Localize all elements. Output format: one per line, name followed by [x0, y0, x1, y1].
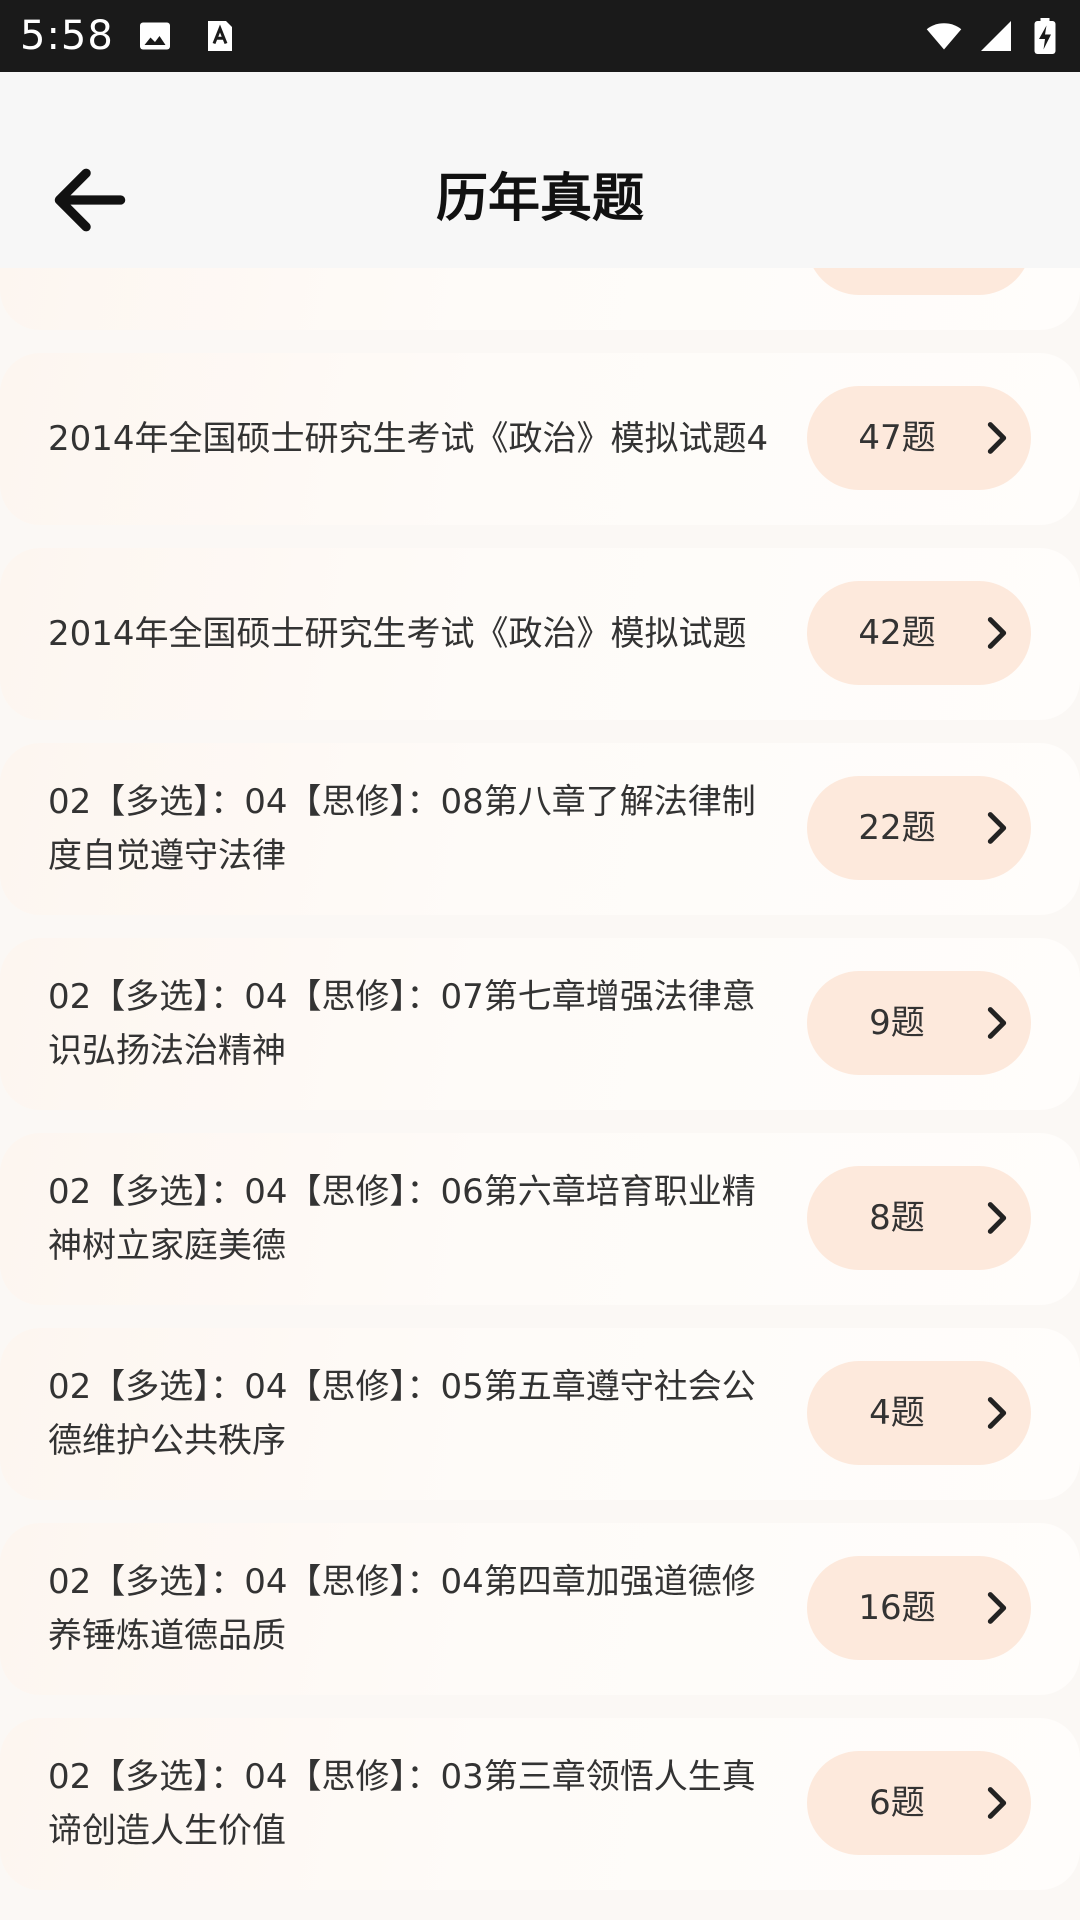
item-title: 02【多选】：04【思修】：03第三章领悟人生真谛创造人生价值 [48, 1757, 756, 1851]
app-bar: 历年真题 [0, 72, 1080, 268]
chevron-right-icon [987, 1787, 1007, 1819]
item-title: 2014年全国硕士研究生考试《政治》模拟试题4 [48, 419, 769, 459]
chevron-right-icon [987, 617, 1007, 649]
question-count-button[interactable]: 8题 [807, 1166, 1031, 1270]
text-icon [208, 21, 232, 51]
chevron-right-icon [987, 812, 1007, 844]
list-item[interactable]: 2014年全国硕士研究生考试《政治》模拟试题 42题 [0, 548, 1080, 720]
list-item[interactable]: 02【多选】：04【思修】：07第七章增强法律意识弘扬法治精神 9题 [0, 938, 1080, 1110]
question-count-button[interactable]: 47题 [807, 386, 1031, 490]
question-count: 16题 [858, 1588, 936, 1628]
list-item[interactable]: 02【多选】：04【思修】：04第四章加强道德修养锤炼道德品质 16题 [0, 1523, 1080, 1695]
item-title: 02【多选】：04【思修】：07第七章增强法律意识弘扬法治精神 [48, 977, 756, 1071]
question-count: 9题 [869, 1003, 925, 1043]
item-title: 02【多选】：04【思修】：06第六章培育职业精神树立家庭美德 [48, 1172, 756, 1266]
list-item[interactable]: 02【多选】：04【思修】：08第八章了解法律制度自觉遵守法律 22题 [0, 743, 1080, 915]
list-item[interactable]: 02【多选】：04【思修】：03第三章领悟人生真谛创造人生价值 6题 [0, 1718, 1080, 1890]
question-count [807, 268, 987, 295]
question-count-button[interactable]: 6题 [807, 1751, 1031, 1855]
question-count-button[interactable]: 9题 [807, 971, 1031, 1075]
question-count: 4题 [869, 1393, 925, 1433]
signal-icon [981, 21, 1011, 51]
list-item[interactable]: 02【多选】：04【思修】：06第六章培育职业精神树立家庭美德 8题 [0, 1133, 1080, 1305]
chevron-right-icon [987, 1007, 1007, 1039]
item-title: 02【多选】：04【思修】：04第四章加强道德修养锤炼道德品质 [48, 1562, 756, 1656]
question-count-button[interactable]: 22题 [807, 776, 1031, 880]
wifi-icon [926, 23, 962, 50]
chevron-right-icon [987, 1592, 1007, 1624]
item-title: 2014年全国硕士研究生考试《政治》模拟试题3 [48, 268, 788, 330]
chevron-right-icon [987, 1202, 1007, 1234]
item-title: 02【多选】：04【思修】：08第八章了解法律制度自觉遵守法律 [48, 782, 756, 876]
battery-charging-icon [1034, 18, 1056, 54]
list-item[interactable]: 2014年全国硕士研究生考试《政治》模拟试题4 47题 [0, 353, 1080, 525]
question-count-button[interactable]: 42题 [807, 581, 1031, 685]
question-count: 47题 [858, 418, 936, 458]
chevron-right-icon [987, 422, 1007, 454]
question-count: 42题 [858, 613, 936, 653]
item-title: 02【多选】：04【思修】：05第五章遵守社会公德维护公共秩序 [48, 1367, 756, 1461]
status-bar: 5:58 [0, 0, 1080, 72]
exam-list[interactable]: 2014年全国硕士研究生考试《政治》模拟试题3 2014年全国硕士研究生考试《政治… [0, 268, 1080, 1920]
list-item[interactable]: 02【多选】：04【思修】：05第五章遵守社会公德维护公共秩序 4题 [0, 1328, 1080, 1500]
question-count-button[interactable] [807, 268, 1031, 295]
question-count: 6题 [869, 1783, 925, 1823]
status-time: 5:58 [20, 13, 114, 59]
question-count-button[interactable]: 4题 [807, 1361, 1031, 1465]
page-title: 历年真题 [435, 169, 644, 229]
chevron-right-icon [987, 1397, 1007, 1429]
question-count-button[interactable]: 16题 [807, 1556, 1031, 1660]
image-icon [140, 22, 170, 50]
question-count: 22题 [858, 808, 936, 848]
question-count: 8题 [869, 1198, 925, 1238]
item-title: 2014年全国硕士研究生考试《政治》模拟试题 [48, 614, 747, 654]
list-item[interactable]: 2014年全国硕士研究生考试《政治》模拟试题3 [0, 268, 1080, 330]
